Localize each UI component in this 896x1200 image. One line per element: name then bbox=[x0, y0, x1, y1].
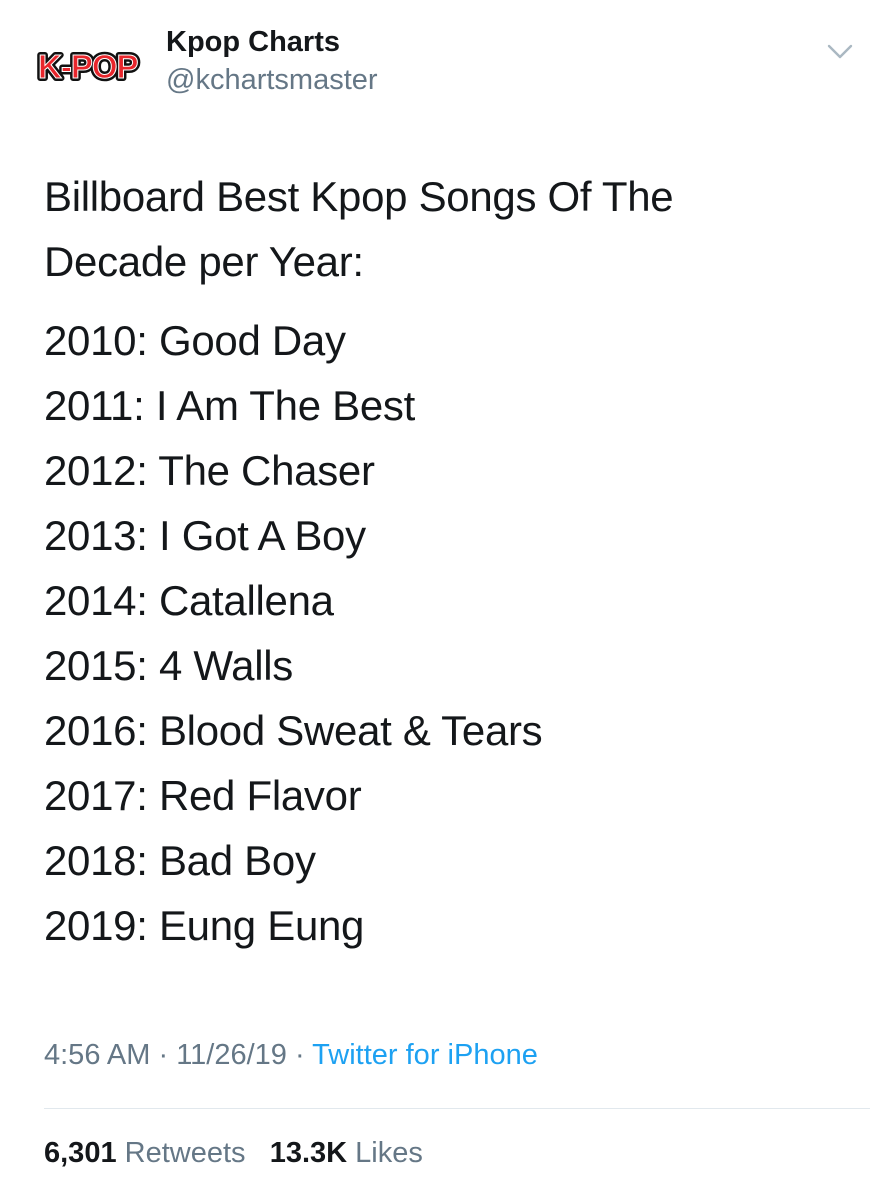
retweets-count: 6,301 bbox=[44, 1137, 117, 1169]
list-item: 2013: I Got A Boy bbox=[44, 512, 366, 559]
list-item: 2015: 4 Walls bbox=[44, 642, 294, 689]
chevron-down-icon[interactable] bbox=[818, 34, 862, 68]
tweet-text: Billboard Best Kpop Songs Of The Decade … bbox=[44, 164, 864, 958]
avatar[interactable]: K-POP K-POP bbox=[35, 42, 148, 88]
list-item: 2019: Eung Eung bbox=[44, 902, 365, 949]
svg-text:K-POP: K-POP bbox=[38, 48, 138, 85]
user-handle[interactable]: @kchartsmaster bbox=[166, 64, 378, 97]
tweet-source-link[interactable]: Twitter for iPhone bbox=[312, 1039, 538, 1071]
display-name[interactable]: Kpop Charts bbox=[166, 26, 340, 59]
tweet-time: 4:56 AM bbox=[44, 1039, 151, 1071]
tweet-meta: 4:56 AM · 11/26/19 · Twitter for iPhone bbox=[44, 1039, 538, 1072]
likes-label: Likes bbox=[355, 1137, 423, 1169]
list-item: 2017: Red Flavor bbox=[44, 772, 362, 819]
meta-separator: · bbox=[150, 1039, 177, 1071]
kpop-logo-icon: K-POP K-POP bbox=[35, 45, 142, 88]
retweets-label: Retweets bbox=[124, 1137, 246, 1169]
tweet-date: 11/26/19 bbox=[176, 1039, 287, 1071]
retweets-stat[interactable]: 6,301 Retweets bbox=[44, 1137, 246, 1169]
list-item: 2012: The Chaser bbox=[44, 447, 375, 494]
likes-stat[interactable]: 13.3K Likes bbox=[270, 1137, 423, 1169]
tweet-intro-line: Billboard Best Kpop Songs Of The bbox=[44, 173, 674, 220]
meta-separator: · bbox=[286, 1039, 313, 1071]
list-item: 2018: Bad Boy bbox=[44, 837, 316, 884]
list-item: 2016: Blood Sweat & Tears bbox=[44, 707, 543, 754]
likes-count: 13.3K bbox=[269, 1137, 348, 1169]
tweet-detail: K-POP K-POP Kpop Charts @kchartsmaster B… bbox=[0, 0, 896, 1200]
list-item: 2014: Catallena bbox=[44, 577, 334, 624]
list-item: 2011: I Am The Best bbox=[44, 382, 415, 429]
divider bbox=[44, 1108, 870, 1109]
tweet-intro-line: Decade per Year: bbox=[44, 238, 364, 285]
list-item: 2010: Good Day bbox=[44, 317, 346, 364]
engagement-stats: 6,301 Retweets 13.3K Likes bbox=[44, 1137, 423, 1170]
